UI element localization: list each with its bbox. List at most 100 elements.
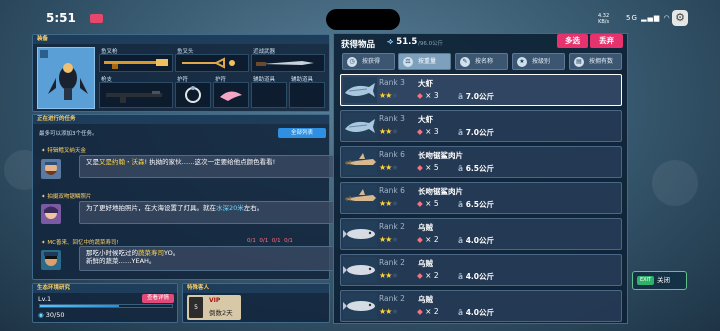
task-3-line-1: 那吃小时候吃过的蔬菜寿司YO。 bbox=[86, 249, 348, 257]
fish-weight-value: 7.0公斤 bbox=[465, 128, 494, 137]
fish-rank: Rank 2 bbox=[379, 294, 405, 303]
eco-research-panel: 生态环境研究 Lv.1 ◉ 30/50 bbox=[32, 283, 178, 323]
equipment-panel: 装备 鱼叉枪 鱼叉头 近战武器 枪支 护符 护符 辅助道具 辅助道具 bbox=[32, 34, 330, 112]
bearded-man-icon bbox=[45, 162, 57, 175]
fish-thumbnail bbox=[343, 77, 377, 103]
fish-quantity-value: × 3 bbox=[425, 127, 439, 136]
fish-stars: ★★★ bbox=[379, 199, 399, 208]
catch-row[interactable]: Rank 3 大虾 ★★★ ◆ × 3 ā 7.0公斤 bbox=[340, 74, 622, 106]
weight-icon: ā bbox=[458, 92, 464, 101]
fish-name: 大虾 bbox=[418, 79, 433, 88]
network-type: 5G bbox=[626, 14, 638, 22]
close-button[interactable]: EXIT 关闭 bbox=[632, 271, 687, 290]
slot-melee[interactable] bbox=[251, 54, 325, 72]
star-icon: ★ bbox=[517, 57, 527, 67]
fish-weight: ā 4.0公斤 bbox=[458, 307, 494, 318]
weight-icon: ā bbox=[458, 308, 464, 317]
task-1-avatar bbox=[41, 159, 61, 179]
fish-thumbnail bbox=[343, 113, 377, 139]
sort-tab-weight[interactable]: ⚖ 按重量 bbox=[398, 53, 451, 70]
task-3-line-a: 那吃小时候吃过的 bbox=[86, 249, 138, 257]
task-3-counters: 0/1 0/1 0/1 0/1 bbox=[247, 238, 293, 244]
sort-tab-owned[interactable]: ▤ 按拥有数 bbox=[569, 53, 622, 70]
task-3-line-2: 新鲜的蔬菜……YEAH。 bbox=[86, 257, 156, 265]
task-2-highlight: 水深20米 bbox=[216, 204, 244, 212]
owned-icon: ▤ bbox=[574, 57, 584, 67]
catch-row[interactable]: Rank 2 乌贼 ★★★ ◆ × 2 ā 4.0公斤 bbox=[340, 290, 622, 322]
fish-quantity: ◆ × 5 bbox=[417, 199, 439, 208]
fish-weight-value: 6.5公斤 bbox=[465, 200, 494, 209]
task-header: 正在进行的任务 bbox=[33, 115, 329, 124]
fish-rank: Rank 3 bbox=[379, 114, 405, 123]
fish-icon: ⟢ bbox=[387, 37, 394, 47]
task-3-title[interactable]: ✦ MC善来、回忆中的蔬菜寿司! bbox=[41, 238, 119, 246]
sort-tab-rank[interactable]: ★ 按级别 bbox=[512, 53, 565, 70]
fish-rank: Rank 6 bbox=[379, 186, 405, 195]
eco-progress: ◉ 30/50 bbox=[38, 311, 64, 319]
weight-icon: ā bbox=[458, 272, 464, 281]
fish-quantity: ◆ × 2 bbox=[417, 271, 439, 280]
task-3-counter-2: 0/1 bbox=[259, 238, 269, 244]
meat-icon: ◆ bbox=[417, 199, 423, 208]
close-label: 关闭 bbox=[657, 276, 670, 284]
catch-row[interactable]: Rank 2 乌贼 ★★★ ◆ × 2 ā 4.0公斤 bbox=[340, 254, 622, 286]
catch-row[interactable]: Rank 2 乌贼 ★★★ ◆ × 2 ā 4.0公斤 bbox=[340, 218, 622, 250]
equipment-header: 装备 bbox=[33, 35, 329, 44]
catch-row[interactable]: Rank 6 长吻锯鲨肉片 ★★★ ◆ × 5 ā 6.5公斤 bbox=[340, 182, 622, 214]
fish-weight: ā 7.0公斤 bbox=[458, 127, 494, 138]
vip-card[interactable]: 5 VIP 倒数2天 bbox=[187, 295, 241, 320]
meat-icon: ◆ bbox=[417, 163, 423, 172]
fish-thumbnail bbox=[343, 149, 377, 175]
decor-bubble bbox=[652, 160, 698, 206]
photographer-icon bbox=[44, 206, 58, 219]
task-2-avatar bbox=[41, 204, 61, 224]
catch-row[interactable]: Rank 6 长吻锯鲨肉片 ★★★ ◆ × 5 ā 6.5公斤 bbox=[340, 146, 622, 178]
task-3-line-c: YO。 bbox=[164, 249, 180, 257]
fish-quantity: ◆ × 3 bbox=[417, 91, 439, 100]
slot-aux-1[interactable] bbox=[251, 82, 287, 108]
multi-select-button[interactable]: 多选 bbox=[557, 34, 588, 48]
fish-weight: ā 4.0公斤 bbox=[458, 235, 494, 246]
sort-tab-owned-label: 按拥有数 bbox=[589, 58, 614, 65]
task-1-card[interactable]: 又是又是约翰・沃森! 执拗的家伙……这次一定要给他点颜色看看! bbox=[79, 155, 355, 178]
slot-harpoon-gun[interactable] bbox=[99, 54, 173, 72]
sort-tab-name[interactable]: ✎ 按名称 bbox=[455, 53, 508, 70]
task-limit-text: 最多可以添加3个任务。 bbox=[39, 131, 98, 137]
slot-charm-1[interactable] bbox=[175, 82, 211, 108]
gear-icon[interactable]: ⚙ bbox=[672, 10, 688, 26]
diver-equipment-slot[interactable] bbox=[37, 47, 95, 109]
task-2-card[interactable]: 为了更好地拍照片，在大海设置了灯具。就在水深20米左右。 bbox=[79, 201, 355, 224]
task-3-counter-1: 0/1 bbox=[247, 238, 256, 244]
fish-quantity-value: × 5 bbox=[425, 199, 439, 208]
fish-thumbnail bbox=[343, 293, 377, 319]
catch-row[interactable]: Rank 3 大虾 ★★★ ◆ × 3 ā 7.0公斤 bbox=[340, 110, 622, 142]
task-2-title[interactable]: ✦ 拍摄双吻锯鳞照片 bbox=[41, 192, 91, 200]
fish-rank: Rank 2 bbox=[379, 222, 405, 231]
visitor-countdown: 倒数2天 bbox=[209, 309, 233, 317]
task-2-line-c: 左右。 bbox=[243, 204, 264, 212]
fish-stars: ★★★ bbox=[379, 127, 399, 136]
task-1-title[interactable]: ✦ 特辑鳕叉纳天金 bbox=[41, 146, 86, 154]
eco-details-button[interactable]: 查看详情 bbox=[142, 294, 174, 303]
fish-quantity: ◆ × 2 bbox=[417, 307, 439, 316]
task-1-line-prefix: 又是 bbox=[86, 158, 99, 166]
app-notification-badge bbox=[90, 14, 103, 23]
slot-gun[interactable] bbox=[99, 82, 173, 108]
sort-tab-rank-label: 按级别 bbox=[532, 58, 551, 65]
slot-harpoon-head[interactable] bbox=[175, 54, 249, 72]
task-3-card[interactable]: 那吃小时候吃过的蔬菜寿司YO。 新鲜的蔬菜……YEAH。 bbox=[79, 246, 355, 271]
fish-weight-value: 7.0公斤 bbox=[465, 92, 494, 101]
slot-aux-2[interactable] bbox=[289, 82, 325, 108]
all-tasks-button[interactable]: 全部列表 bbox=[278, 128, 326, 138]
discard-button[interactable]: 丢弃 bbox=[590, 34, 623, 48]
meat-icon: ◆ bbox=[417, 307, 423, 316]
name-icon: ✎ bbox=[460, 57, 470, 67]
sort-tab-acquired[interactable]: ◷ 按获得 bbox=[342, 53, 395, 70]
task-2-line-a: 为了更好地拍照片，在大海设置了灯具。就在 bbox=[86, 204, 216, 212]
eco-progress-fill bbox=[40, 305, 120, 307]
visitor-badge: 5 bbox=[189, 297, 203, 318]
rifle-icon bbox=[106, 91, 162, 103]
slot-charm-2[interactable] bbox=[213, 82, 249, 108]
meat-icon: ◆ bbox=[417, 127, 423, 136]
eco-research-header: 生态环境研究 bbox=[33, 284, 177, 293]
